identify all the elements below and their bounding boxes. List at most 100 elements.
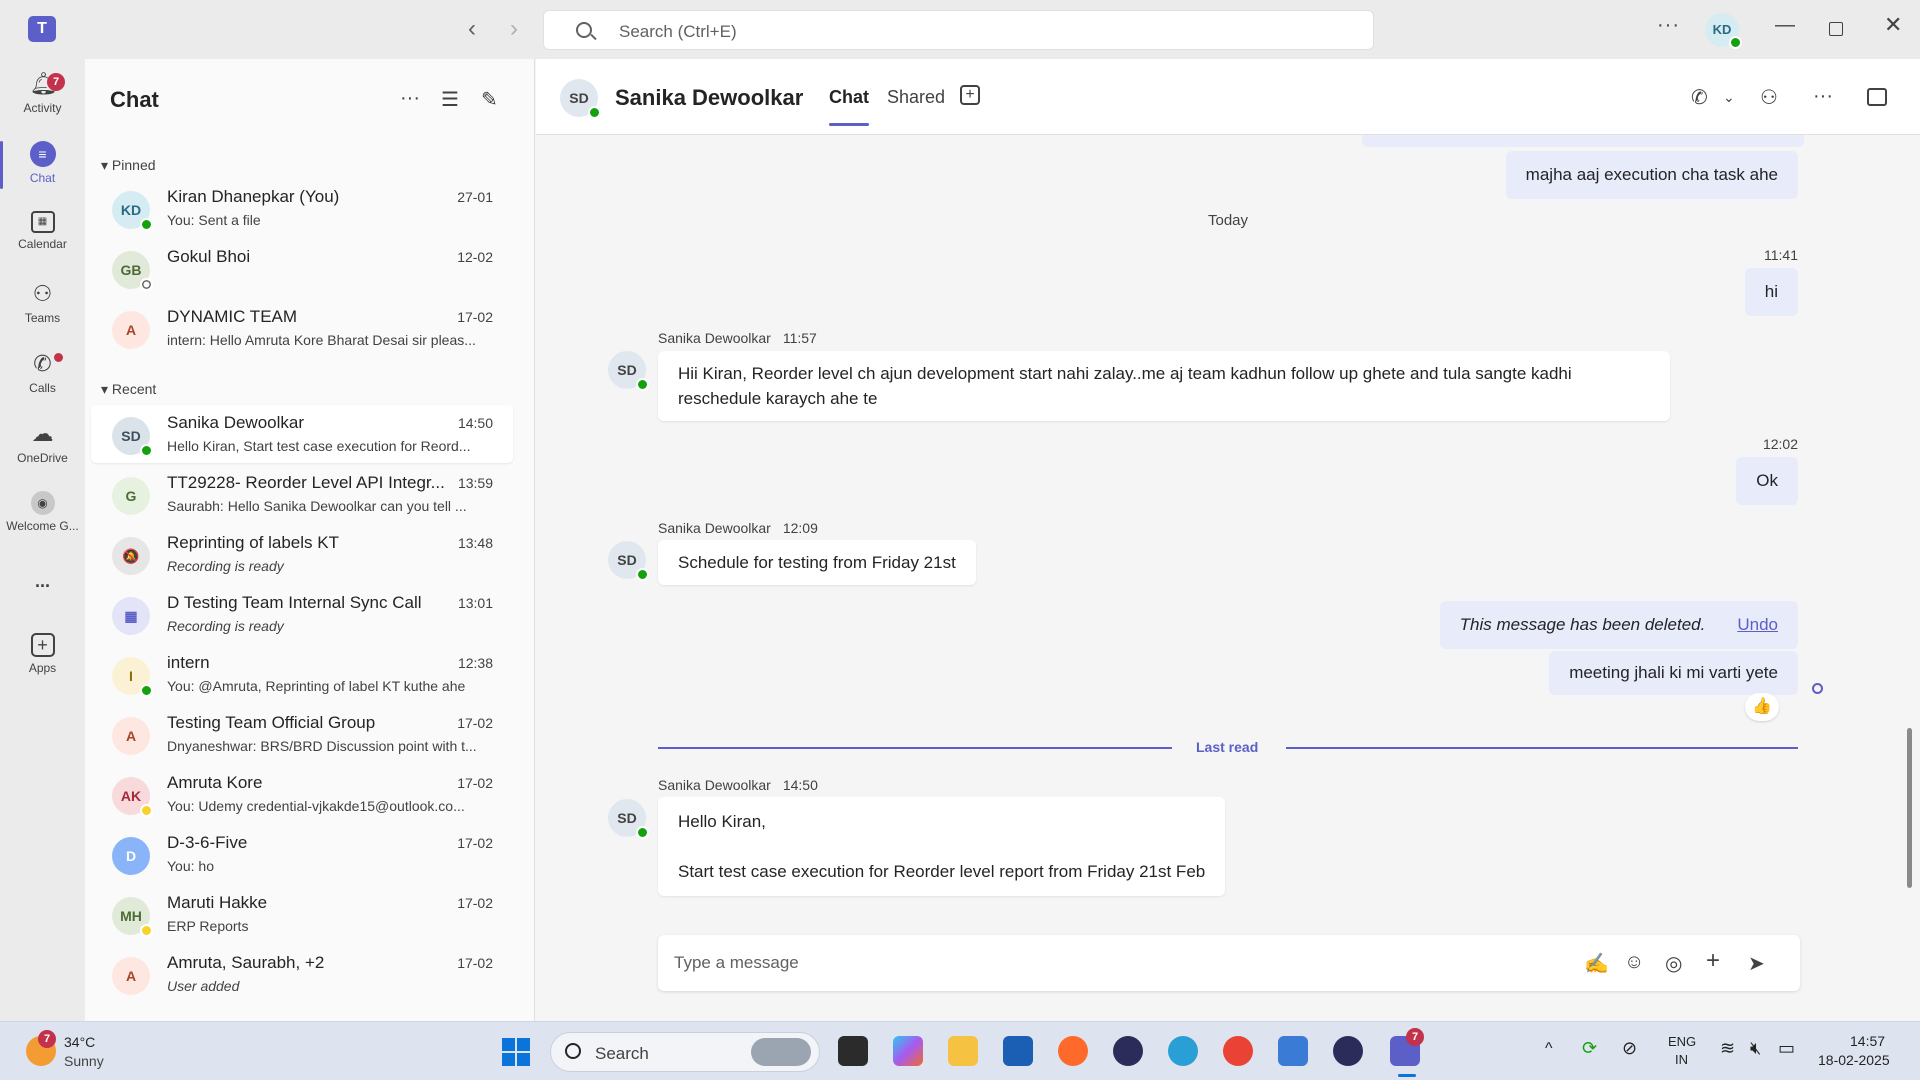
last-read-line-right (1286, 747, 1798, 749)
network-off-icon[interactable]: ⊘ (1622, 1038, 1637, 1059)
tab-shared[interactable]: Shared (887, 87, 945, 108)
close-icon[interactable]: ✕ (1884, 12, 1902, 38)
chat-name: DYNAMIC TEAM (167, 307, 298, 326)
attach-plus-icon[interactable]: + (1706, 947, 1720, 975)
chat-preview: ERP Reports (167, 918, 249, 934)
firefox-icon[interactable] (1058, 1036, 1088, 1066)
restore-icon[interactable] (1829, 22, 1843, 36)
copilot-icon[interactable] (893, 1036, 923, 1066)
volume-mute-icon[interactable]: 🔇︎ (1750, 1038, 1761, 1059)
compose-box[interactable]: Type a message ✍ ☺ ◎ + ➤ (658, 935, 1800, 991)
conversation-avatar[interactable]: SD (560, 79, 601, 119)
tab-chat[interactable]: Chat (829, 87, 869, 126)
language-primary[interactable]: ENG (1668, 1034, 1696, 1049)
chat-list-item[interactable]: Iintern You: @Amruta, Reprinting of label… (91, 645, 513, 703)
taskbar-search[interactable]: Search (550, 1032, 820, 1072)
chat-list-item[interactable]: ▦ D Testing Team Internal Sync Call Record… (91, 585, 513, 643)
last-read-label: Last read (1196, 739, 1259, 755)
outgoing-message[interactable]: hi (1744, 268, 1798, 316)
more-options-icon[interactable]: ··· (400, 87, 420, 110)
rail-item-calendar[interactable]: ▦ Calendar (0, 205, 85, 267)
clock-date[interactable]: 18-02-2025 (1818, 1052, 1890, 1068)
incoming-message[interactable]: Hii Kiran, Reorder level ch ajun develop… (658, 351, 1670, 421)
rail-more[interactable]: ... (0, 562, 85, 602)
chat-time: 13:01 (457, 595, 493, 611)
rail-item-activity[interactable]: 🔔︎ Activity 7 (0, 65, 85, 127)
side-panel-icon[interactable] (1867, 88, 1887, 106)
sender-avatar[interactable]: SD (608, 351, 649, 391)
eclipse-icon-2[interactable] (1333, 1036, 1363, 1066)
start-icon[interactable] (502, 1038, 530, 1066)
chat-list-item[interactable]: 🔕 Reprinting of labels KT Recording is rea… (91, 525, 513, 583)
emoji-icon[interactable]: ☺ (1624, 951, 1644, 974)
store-icon[interactable] (1003, 1036, 1033, 1066)
chrome-icon[interactable] (1223, 1036, 1253, 1066)
chat-list-item[interactable]: D D-3-6-Five You: ho 17-02 (91, 825, 513, 883)
rail-item-onedrive[interactable]: ☁ OneDrive (0, 415, 85, 477)
loop-icon[interactable]: ◎ (1665, 951, 1682, 976)
chat-time: 13:59 (457, 475, 493, 491)
scrollbar-thumb[interactable] (1907, 728, 1912, 888)
like-reaction[interactable]: 👍 (1745, 693, 1779, 721)
outgoing-message[interactable]: Ok (1736, 457, 1798, 505)
chat-avatar: SD (112, 417, 153, 457)
incoming-message[interactable]: Schedule for testing from Friday 21st (658, 540, 976, 585)
chevron-up-icon[interactable]: ^ (1545, 1040, 1553, 1058)
wifi-icon[interactable]: ≋ (1720, 1038, 1735, 1059)
search-input[interactable]: Search (Ctrl+E) (543, 10, 1374, 50)
clock-time[interactable]: 14:57 (1850, 1033, 1885, 1049)
pinned-section-header[interactable]: ▾ Pinned (101, 157, 156, 174)
filter-icon[interactable]: ☰ (441, 87, 459, 112)
weather-temp: 34°C (64, 1034, 96, 1050)
eclipse-icon[interactable] (1113, 1036, 1143, 1066)
outgoing-message[interactable]: meeting jhali ki mi varti yete (1549, 651, 1798, 695)
rail-item-apps[interactable]: + Apps (0, 627, 85, 689)
add-tab-icon[interactable]: + (960, 85, 980, 105)
outgoing-message[interactable]: majha aaj execution cha task ahe (1505, 151, 1798, 199)
sync-icon[interactable]: ⟳ (1582, 1038, 1597, 1059)
more-options-icon[interactable]: ··· (1813, 85, 1833, 108)
day-divider: Today (1208, 212, 1249, 229)
chat-list-item[interactable]: KD Kiran Dhanepkar (You) You: Sent a file 2… (91, 179, 513, 237)
format-icon[interactable]: ✍ (1584, 951, 1609, 976)
chat-list-item[interactable]: A DYNAMIC TEAM intern: Hello Amruta Kore B… (91, 299, 513, 357)
rail-item-welcome[interactable]: ◉ Welcome G... (0, 485, 85, 547)
chat-list-item[interactable]: SD Sanika Dewoolkar Hello Kiran, Start tes… (91, 405, 513, 463)
sender-avatar[interactable]: SD (608, 799, 649, 839)
battery-icon[interactable]: ▭ (1778, 1038, 1795, 1059)
recent-section-header[interactable]: ▾ Recent (101, 381, 156, 398)
activity-badge: 7 (47, 73, 65, 91)
chat-list-item[interactable]: A Amruta, Saurabh, +2 User added 17-02 (91, 945, 513, 1003)
edge-icon[interactable] (1168, 1036, 1198, 1066)
chat-avatar: ▦ (112, 597, 150, 635)
search-highlight-image (751, 1038, 811, 1066)
chat-avatar: GB (112, 251, 153, 291)
add-people-icon[interactable]: ⚇ (1760, 85, 1778, 110)
rail-item-calls[interactable]: ✆ Calls (0, 345, 85, 407)
chat-time: 12:38 (457, 655, 493, 671)
back-arrow-icon[interactable]: ‹ (468, 17, 476, 41)
file-explorer-icon[interactable] (948, 1036, 978, 1066)
chat-list-item[interactable]: AK Amruta Kore You: Udemy credential-vjkak… (91, 765, 513, 823)
chat-list-item[interactable]: G TT29228- Reorder Level API Integr... Sau… (91, 465, 513, 523)
rail-item-chat[interactable]: ≡ Chat (0, 135, 85, 197)
user-avatar[interactable]: KD (1705, 13, 1742, 49)
search-icon (576, 22, 592, 38)
undo-link[interactable]: Undo (1737, 615, 1778, 634)
send-icon[interactable]: ➤ (1748, 951, 1765, 976)
task-view-icon[interactable] (838, 1036, 868, 1066)
sender-avatar[interactable]: SD (608, 541, 649, 581)
more-options-icon[interactable]: ··· (1657, 14, 1680, 37)
minimize-icon[interactable]: — (1775, 14, 1795, 37)
chat-list-item[interactable]: A Testing Team Official Group Dnyaneshwar:… (91, 705, 513, 763)
rail-item-teams[interactable]: ⚇ Teams (0, 275, 85, 337)
call-icon[interactable]: ✆ (1691, 85, 1708, 110)
incoming-message[interactable]: Hello Kiran, Start test case execution fo… (658, 797, 1226, 896)
forward-arrow-icon[interactable]: › (510, 17, 518, 41)
chat-list-item[interactable]: GB Gokul Bhoi 12-02 (91, 239, 513, 297)
notepad-icon[interactable] (1278, 1036, 1308, 1066)
language-secondary[interactable]: IN (1675, 1052, 1688, 1067)
chevron-down-icon[interactable]: ⌄ (1723, 89, 1735, 106)
chat-list-item[interactable]: MH Maruti Hakke ERP Reports 17-02 (91, 885, 513, 943)
new-chat-icon[interactable]: ✎ (481, 87, 498, 112)
